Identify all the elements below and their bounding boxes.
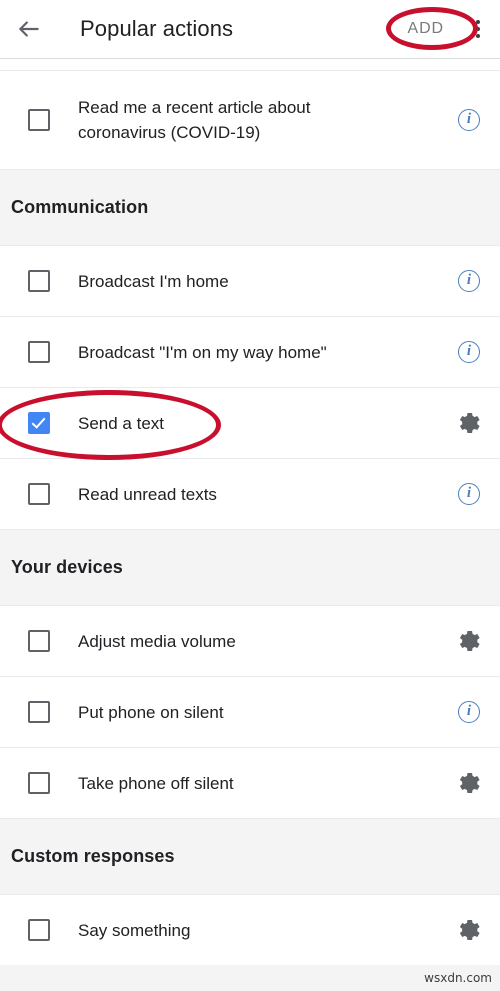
actions-list: Read me a recent article about coronavir… [0,71,500,966]
checkbox-unchecked-icon [28,109,50,131]
action-checkbox[interactable] [0,772,78,794]
info-button[interactable]: i [438,109,500,131]
section-header: Communication [0,170,500,245]
action-label: Say something [78,920,191,940]
section-header: Custom responses [0,819,500,894]
more-dot [476,20,480,24]
section-header-label: Your devices [11,557,123,577]
top-spacer [0,59,500,70]
action-checkbox[interactable] [0,701,78,723]
checkbox-unchecked-icon [28,701,50,723]
checkbox-unchecked-icon [28,270,50,292]
action-row[interactable]: Broadcast "I'm on my way home" i [0,317,500,387]
action-row[interactable]: Read me a recent article about coronavir… [0,71,500,169]
action-checkbox[interactable] [0,109,78,131]
checkbox-checked-icon [28,412,50,434]
action-label: Broadcast I'm home [78,271,229,291]
footer-bar: wsxdn.com [0,965,500,991]
settings-button[interactable] [438,629,500,653]
info-button[interactable]: i [438,341,500,363]
gear-icon [457,411,481,435]
checkbox-unchecked-icon [28,919,50,941]
action-checkbox[interactable] [0,270,78,292]
more-dot [476,27,480,31]
action-row[interactable]: Adjust media volume [0,606,500,676]
info-button[interactable]: i [438,483,500,505]
more-dot [476,34,480,38]
action-checkbox[interactable] [0,341,78,363]
checkbox-unchecked-icon [28,483,50,505]
gear-icon [457,918,481,942]
action-row[interactable]: Say something [0,895,500,965]
action-checkbox[interactable] [0,630,78,652]
gear-icon [457,771,481,795]
gear-icon [457,629,481,653]
checkbox-unchecked-icon [28,772,50,794]
back-button[interactable] [0,0,58,58]
info-button[interactable]: i [438,701,500,723]
settings-button[interactable] [438,771,500,795]
watermark: wsxdn.com [424,971,492,985]
action-label: Put phone on silent [78,702,224,722]
more-vertical-icon[interactable] [460,0,496,58]
action-row[interactable]: Take phone off silent [0,748,500,818]
info-icon: i [458,701,480,723]
action-row[interactable]: Put phone on silent i [0,677,500,747]
action-label: Send a text [78,413,165,433]
action-label: Adjust media volume [78,631,236,651]
action-checkbox[interactable] [0,919,78,941]
info-icon: i [458,483,480,505]
checkbox-unchecked-icon [28,341,50,363]
section-header-label: Custom responses [11,846,175,866]
add-button[interactable]: ADD [398,14,454,44]
action-checkbox[interactable] [0,412,78,434]
action-label: Broadcast "I'm on my way home" [78,342,327,362]
action-row[interactable]: Broadcast I'm home i [0,246,500,316]
section-header: Your devices [0,530,500,605]
action-label: Read unread texts [78,484,217,504]
action-checkbox[interactable] [0,483,78,505]
settings-button[interactable] [438,411,500,435]
checkbox-unchecked-icon [28,630,50,652]
action-row[interactable]: Read unread texts i [0,459,500,529]
page-title: Popular actions [80,16,234,41]
action-row[interactable]: Send a text [0,388,500,458]
action-label: Take phone off silent [78,773,234,793]
info-icon: i [458,341,480,363]
app-bar: Popular actions ADD [0,0,500,58]
settings-button[interactable] [438,918,500,942]
info-icon: i [458,109,480,131]
info-icon: i [458,270,480,292]
back-arrow-icon [16,16,42,42]
section-header-label: Communication [11,197,149,217]
action-label: Read me a recent article about coronavir… [78,98,311,142]
info-button[interactable]: i [438,270,500,292]
